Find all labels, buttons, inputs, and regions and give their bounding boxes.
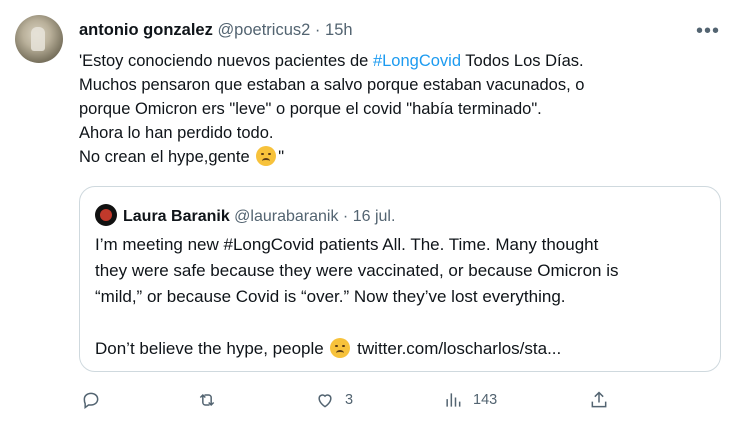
like-button[interactable]: 3: [315, 388, 353, 412]
quoted-author-handle: @laurabaranik: [234, 208, 339, 225]
disappointed-face-emoji-icon: [330, 338, 351, 358]
quoted-author-name: Laura Baranik: [123, 208, 230, 225]
tweet-actions: 3 143: [79, 388, 639, 412]
separator-dot: ·: [314, 21, 321, 39]
author-handle[interactable]: @poetricus2: [217, 21, 310, 39]
quoted-line-3: “mild,” or because Covid is “over.” Now …: [95, 287, 566, 306]
tweet-text-segment: No crean el hype,gente: [79, 148, 255, 166]
separator-dot: ·: [342, 208, 349, 225]
quoted-tweet-header: Laura Baranik @laurabaranik · 16 jul.: [95, 204, 395, 226]
quoted-text-segment: Don’t believe the hype, people: [95, 339, 329, 358]
heart-icon: [318, 394, 332, 408]
views-count: 143: [473, 392, 498, 408]
retweet-icon: [199, 393, 215, 407]
author-name[interactable]: antonio gonzalez: [79, 21, 213, 39]
tweet-text-segment: ": [278, 148, 285, 166]
tweet-time[interactable]: 15h: [325, 21, 353, 39]
quoted-tweet-date: 16 jul.: [352, 208, 396, 225]
views-icon: [446, 393, 461, 407]
quoted-line-1: I’m meeting new #LongCovid patients All.…: [95, 235, 599, 254]
tweet-header: antonio gonzalez @poetricus2 · 15h: [79, 21, 353, 40]
hashtag-link[interactable]: #LongCovid: [373, 52, 461, 70]
more-options-icon[interactable]: •••: [696, 20, 720, 43]
quoted-tweet-text: I’m meeting new #LongCovid patients All.…: [95, 232, 710, 362]
disappointed-face-emoji-icon: [256, 146, 277, 166]
reply-button[interactable]: [81, 388, 111, 412]
quoted-line-2: they were safe because they were vaccina…: [95, 261, 619, 280]
tweet-line-3: porque Omicron ers "leve" o porque el co…: [79, 100, 542, 118]
like-count: 3: [345, 392, 354, 408]
share-button[interactable]: [589, 388, 609, 412]
retweet-button[interactable]: [197, 388, 227, 412]
tweet-text: 'Estoy conociendo nuevos pacientes de #L…: [79, 49, 719, 169]
tweet-text-segment: Todos Los Días.: [461, 52, 584, 70]
views-button[interactable]: 143: [443, 388, 497, 412]
tweet-line-5: No crean el hype,gente ": [79, 145, 719, 169]
quoted-author-avatar: [95, 204, 117, 226]
quoted-tweet-card[interactable]: Laura Baranik @laurabaranik · 16 jul. I’…: [79, 186, 721, 372]
share-icon: [591, 391, 607, 408]
tweet-line-4: Ahora lo han perdido todo.: [79, 124, 274, 142]
quoted-line-4: Don’t believe the hype, people twitter.c…: [95, 336, 710, 362]
author-avatar[interactable]: [15, 15, 63, 63]
quoted-link-text: twitter.com/loscharlos/sta...: [352, 339, 562, 358]
tweet-line-2: Muchos pensaron que estaban a salvo porq…: [79, 76, 585, 94]
reply-icon: [83, 392, 99, 409]
tweet-line-1: 'Estoy conociendo nuevos pacientes de #L…: [79, 49, 719, 73]
tweet-text-segment: 'Estoy conociendo nuevos pacientes de: [79, 52, 373, 70]
